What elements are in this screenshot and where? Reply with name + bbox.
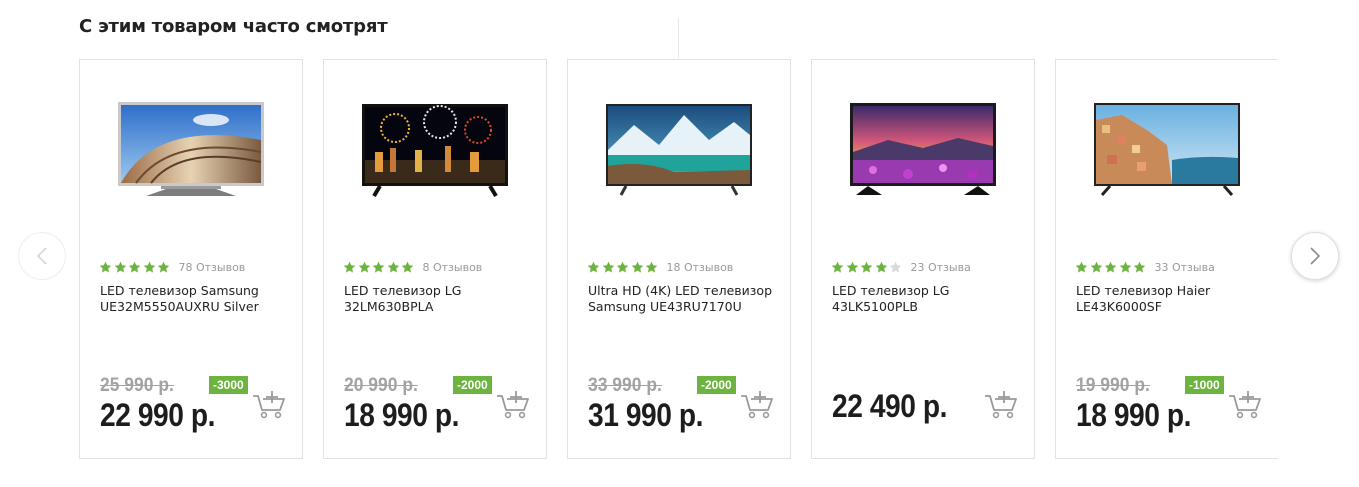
product-image[interactable]: [568, 100, 790, 215]
rating: 78 Отзывов: [99, 259, 245, 275]
star-icon: [846, 261, 858, 273]
product-card[interactable]: 18 Отзывов Ultra HD (4K) LED телевизор S…: [567, 59, 791, 459]
product-card[interactable]: 78 Отзывов LED телевизор Samsung UE32M55…: [79, 59, 303, 459]
product-name[interactable]: LED телевизор LG 43LK5100PLB: [832, 283, 1028, 315]
price: 18 990 р.: [344, 397, 460, 433]
star-icon: [860, 261, 873, 273]
star-icon: [875, 261, 887, 273]
add-to-cart-icon[interactable]: [496, 390, 530, 420]
star-icon: [831, 261, 844, 273]
rating: 33 Отзыва: [1075, 259, 1215, 275]
price: 31 990 р.: [588, 397, 704, 433]
divider: [678, 18, 679, 58]
rating: 23 Отзыва: [831, 259, 971, 275]
discount-badge: -3000: [209, 376, 248, 394]
add-to-cart-icon[interactable]: [1228, 390, 1262, 420]
product-name[interactable]: LED телевизор Haier LE43K6000SF: [1076, 283, 1272, 315]
product-name[interactable]: LED телевизор LG 32LM630BPLA: [344, 283, 540, 315]
carousel-next-button[interactable]: [1291, 232, 1339, 280]
star-icon: [645, 261, 658, 273]
product-image[interactable]: [80, 100, 302, 215]
star-icon: [889, 261, 902, 273]
star-icon: [1133, 261, 1146, 273]
star-icon: [631, 261, 643, 273]
old-price: 25 990 р.: [100, 375, 174, 396]
product-card[interactable]: 8 Отзывов LED телевизор LG 32LM630BPLA 2…: [323, 59, 547, 459]
rating: 18 Отзывов: [587, 259, 733, 275]
star-icon: [1104, 261, 1117, 273]
star-icon: [1119, 261, 1131, 273]
product-image[interactable]: [1056, 100, 1278, 215]
chevron-left-icon: [36, 247, 47, 265]
product-card[interactable]: 23 Отзыва LED телевизор LG 43LK5100PLB 2…: [811, 59, 1035, 459]
old-price: 33 990 р.: [588, 375, 662, 396]
star-icon: [616, 261, 629, 273]
star-icon: [1075, 261, 1088, 273]
star-icon: [343, 261, 356, 273]
product-image[interactable]: [324, 100, 546, 215]
reviews-count[interactable]: 18 Отзывов: [667, 261, 734, 274]
discount-badge: -2000: [453, 376, 492, 394]
discount-badge: -2000: [697, 376, 736, 394]
section-title: С этим товаром часто смотрят: [79, 16, 388, 37]
reviews-count[interactable]: 78 Отзывов: [179, 261, 246, 274]
old-price: 19 990 р.: [1076, 375, 1150, 396]
old-price: 20 990 р.: [344, 375, 418, 396]
star-icon: [99, 261, 112, 273]
star-icon: [587, 261, 600, 273]
add-to-cart-icon[interactable]: [740, 390, 774, 420]
price: 22 990 р.: [100, 397, 216, 433]
product-carousel: 78 Отзывов LED телевизор Samsung UE32M55…: [79, 59, 1278, 459]
star-icon: [387, 261, 399, 273]
price: 18 990 р.: [1076, 397, 1192, 433]
star-icon: [114, 261, 126, 273]
product-name[interactable]: Ultra HD (4K) LED телевизор Samsung UE43…: [588, 283, 784, 315]
price: 22 490 р.: [832, 388, 948, 424]
chevron-right-icon: [1310, 247, 1321, 265]
product-image[interactable]: [812, 100, 1034, 215]
star-icon: [602, 261, 614, 273]
rating: 8 Отзывов: [343, 259, 482, 275]
star-icon: [401, 261, 414, 273]
add-to-cart-icon[interactable]: [252, 390, 286, 420]
star-icon: [157, 261, 170, 273]
product-card[interactable]: 33 Отзыва LED телевизор Haier LE43K6000S…: [1055, 59, 1278, 459]
product-name[interactable]: LED телевизор Samsung UE32M5550AUXRU Sil…: [100, 283, 296, 315]
carousel-prev-button[interactable]: [18, 232, 66, 280]
discount-badge: -1000: [1185, 376, 1224, 394]
star-icon: [1090, 261, 1102, 273]
reviews-count[interactable]: 33 Отзыва: [1155, 261, 1215, 274]
reviews-count[interactable]: 8 Отзывов: [423, 261, 483, 274]
star-icon: [128, 261, 141, 273]
star-icon: [358, 261, 370, 273]
star-icon: [143, 261, 155, 273]
add-to-cart-icon[interactable]: [984, 390, 1018, 420]
reviews-count[interactable]: 23 Отзыва: [911, 261, 971, 274]
star-icon: [372, 261, 385, 273]
